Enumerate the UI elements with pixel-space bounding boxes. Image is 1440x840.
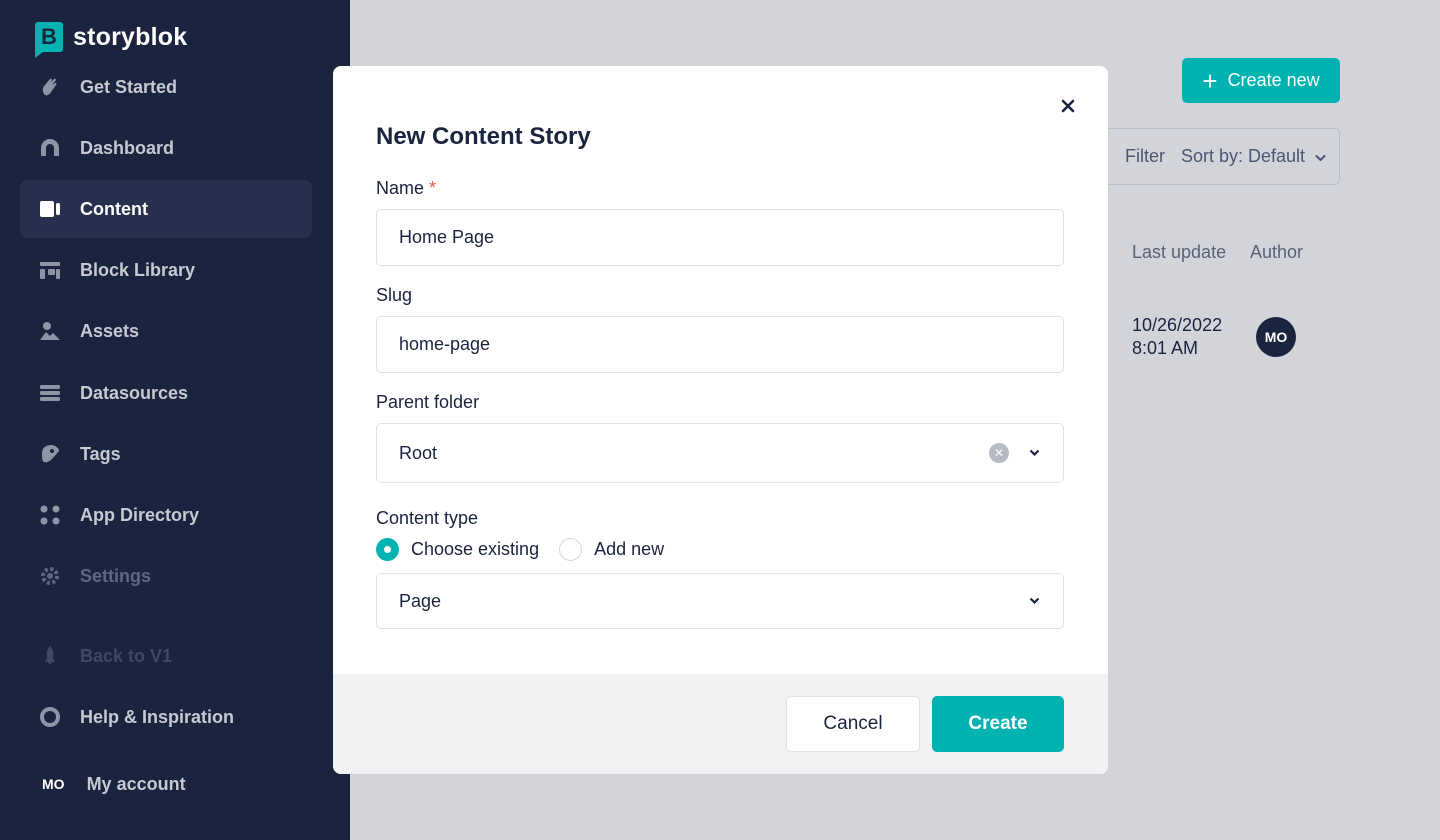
clear-icon[interactable]: ✕: [989, 443, 1009, 463]
sidebar-item-tags[interactable]: Tags: [20, 425, 312, 483]
sidebar-item-label: Tags: [80, 443, 121, 464]
sidebar-item-label: My account: [86, 773, 186, 794]
radio-label: Add new: [594, 539, 665, 559]
new-content-story-modal: New Content Story Name * Slug Parent fol…: [333, 66, 1108, 774]
create-new-button[interactable]: + Create new: [1182, 58, 1340, 103]
sidebar-item-settings[interactable]: Settings: [20, 547, 312, 605]
sort-dropdown[interactable]: Sort by: Default: [1181, 146, 1326, 167]
block-library-icon: [38, 258, 62, 282]
sidebar-item-assets[interactable]: Assets: [20, 302, 312, 360]
create-new-label: Create new: [1227, 70, 1320, 90]
sidebar-item-label: Block Library: [80, 259, 196, 280]
sidebar-item-get-started[interactable]: Get Started: [20, 58, 312, 116]
storyblok-logo-icon: B: [35, 22, 63, 58]
sidebar-item-label: Assets: [80, 320, 140, 341]
apps-grid-icon: [38, 503, 62, 527]
name-label: Name *: [376, 178, 437, 198]
list-icon: [38, 381, 62, 405]
sidebar-item-help[interactable]: Help & Inspiration: [20, 688, 312, 746]
sidebar-item-back-to-v1[interactable]: Back to V1: [20, 627, 312, 685]
sidebar-item-datasources[interactable]: Datasources: [20, 364, 312, 422]
name-input[interactable]: [399, 227, 1063, 248]
sidebar-item-label: Content: [80, 198, 148, 219]
lifebuoy-icon: [38, 705, 62, 729]
content-type-value: Page: [399, 590, 442, 611]
sidebar-item-block-library[interactable]: Block Library: [20, 241, 312, 299]
sidebar-item-label: Settings: [80, 565, 152, 586]
create-button[interactable]: Create: [932, 696, 1064, 752]
sidebar-item-my-account[interactable]: MO My account: [20, 755, 312, 813]
sidebar: B storyblok Get Started Dashboard Conten…: [0, 0, 350, 840]
modal-footer: Cancel Create: [333, 674, 1108, 774]
radio-unchecked[interactable]: [559, 538, 583, 561]
radio-choose-existing[interactable]: Choose existing: [376, 538, 539, 561]
sidebar-item-label: App Directory: [80, 504, 200, 525]
chevron-down-icon: [1027, 446, 1041, 460]
radio-checked[interactable]: [376, 538, 399, 561]
radio-add-new[interactable]: Add new: [559, 538, 664, 561]
sidebar-item-label: Datasources: [80, 382, 189, 403]
parent-folder-label: Parent folder: [376, 392, 480, 412]
chevron-down-icon: [1027, 594, 1041, 608]
sort-label: Sort by: Default: [1181, 146, 1306, 166]
sidebar-item-label: Help & Inspiration: [80, 706, 235, 727]
dashboard-icon: [38, 136, 62, 160]
avatar: MO: [1256, 317, 1296, 357]
plus-icon: +: [1202, 65, 1218, 96]
slug-input[interactable]: [399, 334, 1063, 355]
content-type-label: Content type: [376, 508, 479, 528]
row-time: 8:01 AM: [1132, 338, 1199, 358]
name-field[interactable]: [376, 209, 1064, 266]
account-initials: MO: [42, 776, 65, 792]
row-date: 10/26/2022: [1132, 315, 1223, 335]
content-icon: [38, 197, 62, 221]
parent-folder-value: Root: [399, 442, 438, 463]
sidebar-item-label: Get Started: [80, 76, 178, 97]
row-last-update: 10/26/2022 8:01 AM: [1132, 314, 1222, 360]
content-type-select[interactable]: Page: [376, 573, 1064, 629]
parent-folder-select[interactable]: Root ✕: [376, 423, 1064, 483]
tag-icon: [38, 442, 62, 466]
close-icon[interactable]: [1058, 96, 1078, 116]
filter-button[interactable]: Filter: [1125, 146, 1165, 167]
column-header-last-update[interactable]: Last update: [1132, 242, 1226, 263]
slug-field[interactable]: [376, 316, 1064, 373]
cancel-button[interactable]: Cancel: [786, 696, 920, 752]
gear-icon: [38, 564, 62, 588]
column-header-author[interactable]: Author: [1250, 242, 1303, 263]
chevron-down-icon: [1315, 146, 1326, 167]
radio-label: Choose existing: [411, 539, 540, 559]
wave-hand-icon: [38, 75, 62, 99]
content-type-radio-group: Choose existing Add new: [376, 538, 684, 561]
slug-label: Slug: [376, 285, 413, 305]
required-mark: *: [429, 178, 437, 198]
sidebar-item-label: Back to V1: [80, 645, 173, 666]
sidebar-item-app-directory[interactable]: App Directory: [20, 486, 312, 544]
logo[interactable]: B storyblok: [35, 22, 188, 58]
logo-text: storyblok: [73, 22, 188, 51]
sidebar-item-content[interactable]: Content: [20, 180, 312, 238]
image-icon: [38, 319, 62, 343]
rocket-icon: [38, 644, 62, 668]
filter-sort-bar: Filter Sort by: Default: [1100, 128, 1340, 185]
modal-title: New Content Story: [376, 123, 591, 150]
sidebar-item-label: Dashboard: [80, 137, 175, 158]
sidebar-item-dashboard[interactable]: Dashboard: [20, 119, 312, 177]
